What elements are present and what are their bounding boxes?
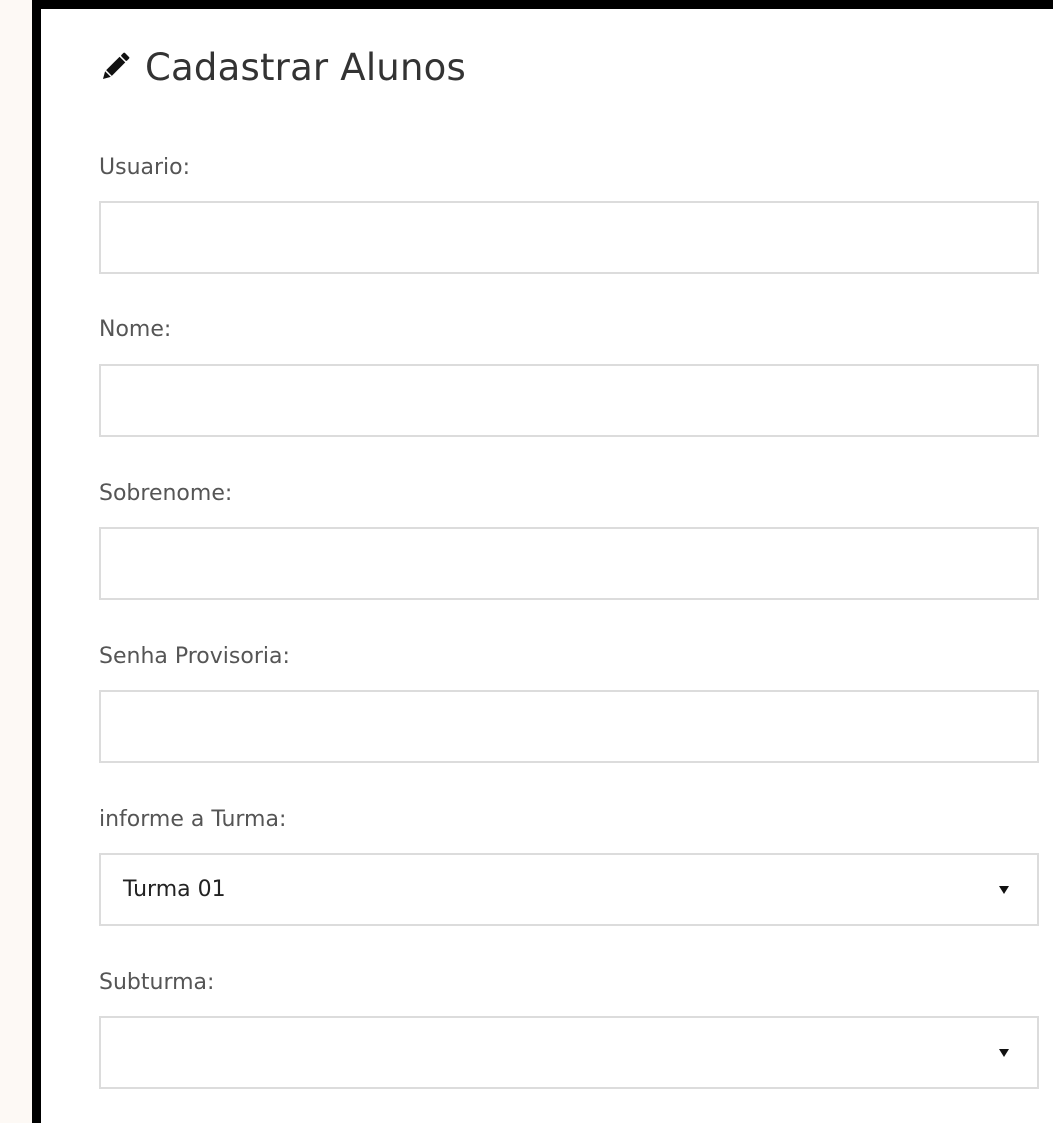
chevron-down-icon [999, 1048, 1009, 1057]
sobrenome-input[interactable] [99, 527, 1039, 600]
subturma-select[interactable] [99, 1016, 1039, 1089]
senha-provisoria-input[interactable] [99, 690, 1039, 763]
nome-input[interactable] [99, 364, 1039, 437]
pencil-icon [97, 49, 133, 85]
usuario-input[interactable] [99, 201, 1039, 274]
nome-label: Nome: [99, 317, 172, 342]
subturma-label: Subturma: [99, 970, 215, 995]
usuario-label: Usuario: [99, 155, 191, 180]
chevron-down-icon [999, 885, 1009, 894]
form-panel: Cadastrar Alunos Usuario: Nome: Sobrenom… [32, 0, 1053, 1123]
turma-select-value: Turma 01 [123, 877, 226, 902]
turma-select[interactable]: Turma 01 [99, 853, 1039, 926]
senha-provisoria-label: Senha Provisoria: [99, 644, 290, 669]
form-header: Cadastrar Alunos [97, 41, 466, 93]
sobrenome-label: Sobrenome: [99, 481, 233, 506]
turma-label: informe a Turma: [99, 807, 287, 832]
page-title: Cadastrar Alunos [145, 45, 466, 89]
